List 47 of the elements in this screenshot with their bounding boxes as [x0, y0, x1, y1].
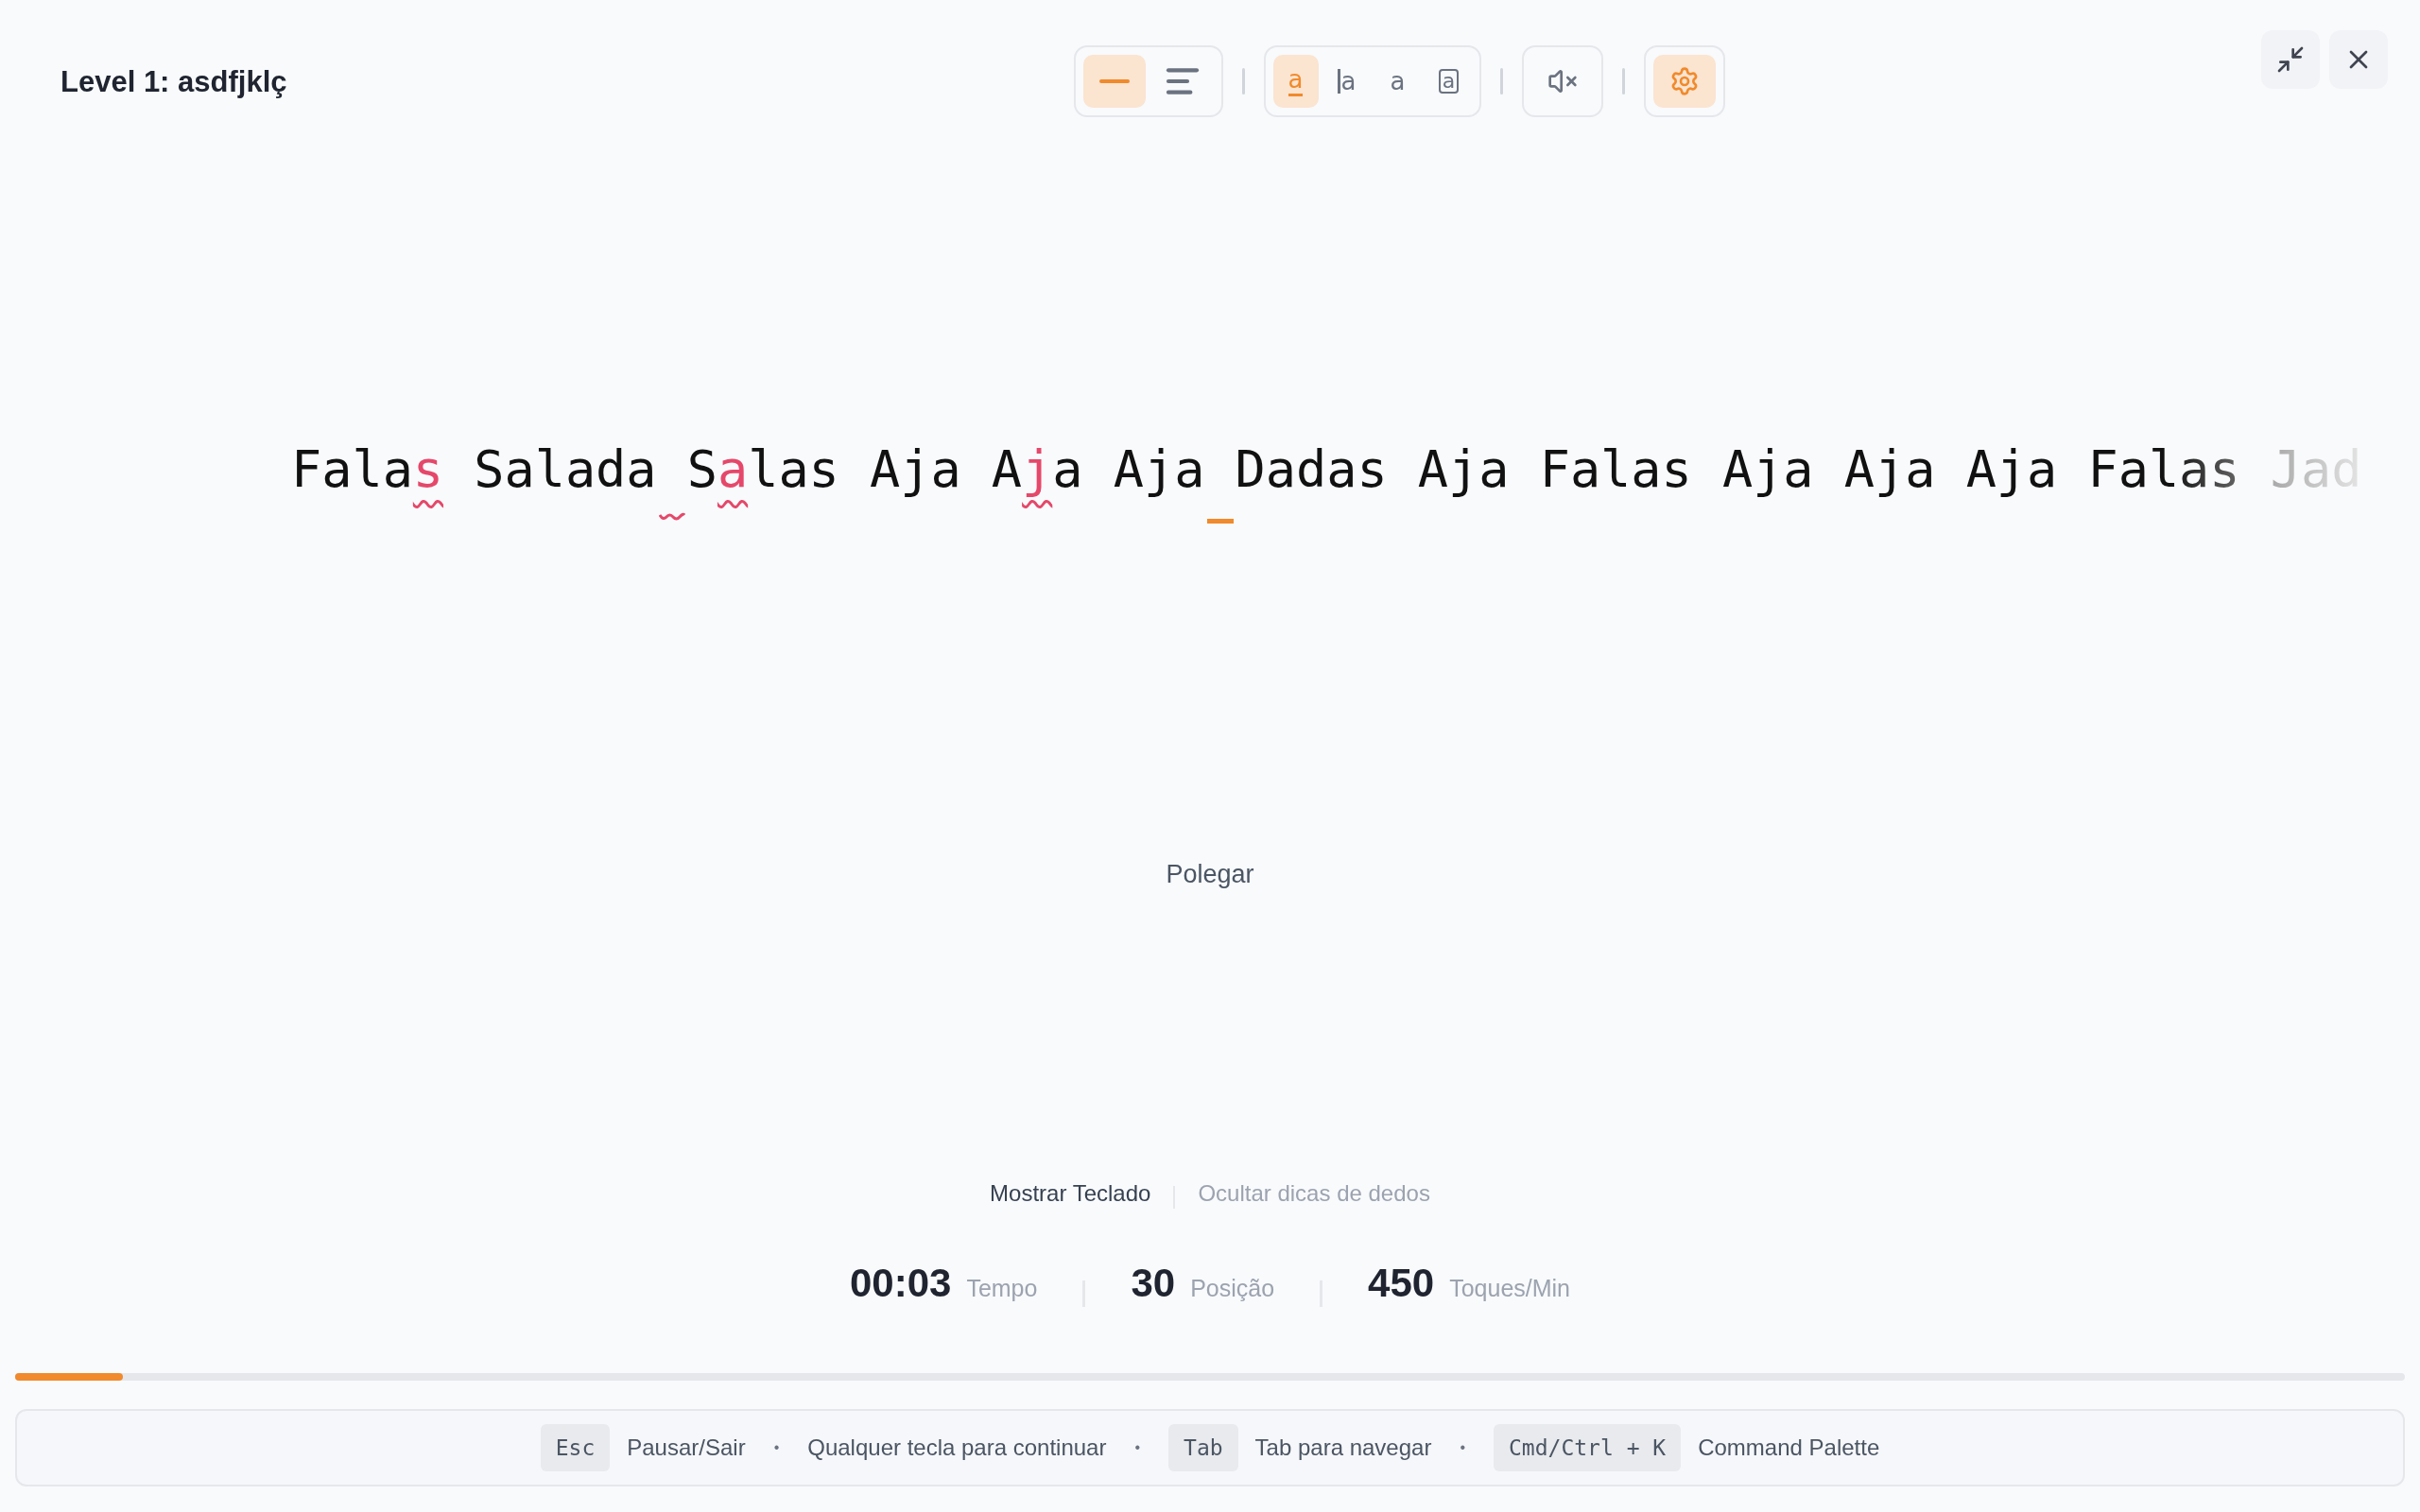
level-title: Level 1: asdfjklç [60, 64, 288, 100]
stat-label: Posição [1190, 1274, 1275, 1303]
typed-text: Aja [1965, 444, 2059, 502]
key-label: Esc [540, 1423, 611, 1472]
collapse-arrows-icon [2275, 44, 2306, 75]
shortcut-description: Pausar/Sair [627, 1434, 746, 1462]
stat-label: Toques/Min [1449, 1274, 1571, 1303]
typed-text: Aja [1417, 444, 1511, 502]
stat-label: Tempo [966, 1274, 1038, 1303]
separator-dot: • [1133, 1438, 1142, 1457]
bar-cursor-button[interactable]: a [1323, 55, 1370, 108]
error-character: j [1022, 444, 1053, 495]
error-character: a [717, 444, 749, 495]
typed-text: Aja [1843, 444, 1937, 502]
bar-cursor-glyph: a [1337, 69, 1357, 94]
toggle-link[interactable]: Mostrar Teclado [990, 1177, 1151, 1211]
separator-dot: • [772, 1438, 781, 1457]
typed-text: S [686, 444, 717, 495]
underline-cursor-glyph: a [1288, 66, 1304, 96]
separator-dot: • [1459, 1438, 1466, 1457]
close-button[interactable] [2329, 30, 2388, 89]
key-label: Cmd/Ctrl + K [1494, 1423, 1682, 1472]
stat-value: 30 [1131, 1260, 1176, 1307]
typed-text: A [991, 444, 1023, 495]
no-cursor-button[interactable]: a [1374, 55, 1421, 108]
shortcut-description: Tab para navegar [1254, 1434, 1432, 1462]
block-cursor-glyph: a [1438, 69, 1460, 94]
finger-hint: Polegar [1166, 858, 1254, 890]
single-line-mode-button[interactable] [1082, 55, 1146, 108]
toggle-link[interactable]: Ocultar dicas de dedos [1198, 1177, 1430, 1211]
typed-text: las [748, 444, 840, 502]
block-cursor-button[interactable]: a [1426, 55, 1472, 108]
settings-button[interactable] [1652, 55, 1716, 108]
typed-text: Aja [870, 444, 962, 502]
stat-value: 00:03 [849, 1260, 952, 1307]
plain-glyph: a [1390, 69, 1406, 94]
minimize-button[interactable] [2261, 30, 2320, 89]
shortcut-description: Command Palette [1698, 1434, 1880, 1462]
typed-text: Dadas [1235, 444, 1389, 502]
stat-value: 450 [1368, 1260, 1435, 1307]
typed-text: Fala [291, 444, 413, 495]
typed-text: Aja [1721, 444, 1815, 502]
error-character: s [412, 444, 445, 502]
typed-text: Falas [1539, 444, 1693, 502]
shortcut-description: Qualquer tecla para continuar [807, 1434, 1107, 1462]
typed-text: a [1052, 444, 1084, 502]
key-label: Tab [1168, 1423, 1238, 1472]
